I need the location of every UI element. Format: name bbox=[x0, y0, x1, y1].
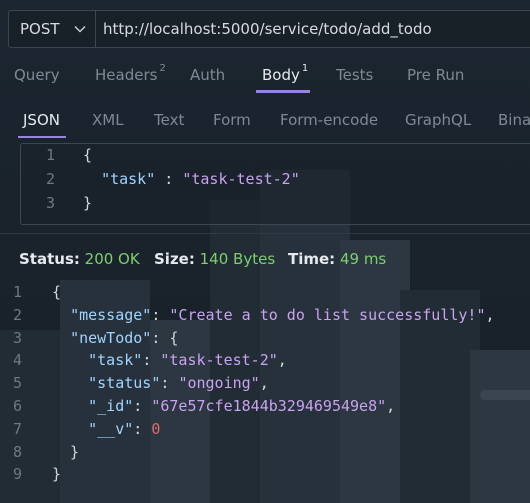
method-label: POST bbox=[20, 20, 60, 38]
line-number: 3 bbox=[12, 328, 22, 347]
code-text: } bbox=[52, 465, 62, 484]
body-type-xml[interactable]: XML bbox=[92, 111, 124, 129]
code-text: { bbox=[83, 146, 93, 164]
line-number: 2 bbox=[45, 170, 55, 188]
status-value: 200 OK bbox=[84, 250, 140, 268]
line-number: 1 bbox=[45, 146, 55, 164]
url-input[interactable]: http://localhost:5000/service/todo/add_t… bbox=[103, 20, 432, 38]
tab-tests[interactable]: Tests bbox=[336, 66, 373, 84]
code-text: } bbox=[83, 194, 93, 212]
tab-body[interactable]: Body 1 bbox=[262, 63, 309, 84]
code-text: { bbox=[52, 283, 62, 301]
body-type-binary[interactable]: Binary bbox=[498, 111, 530, 129]
line-number: 1 bbox=[12, 283, 22, 301]
size-value: 140 Bytes bbox=[199, 250, 276, 268]
size-info: Size: 140 Bytes bbox=[154, 250, 275, 268]
line-number: 9 bbox=[12, 465, 22, 484]
code-text: "__v": 0 bbox=[88, 419, 161, 438]
body-type-graphql[interactable]: GraphQL bbox=[405, 111, 471, 129]
divider bbox=[0, 233, 530, 234]
size-label: Size: bbox=[154, 250, 195, 268]
tab-auth[interactable]: Auth bbox=[190, 66, 225, 84]
tab-headers[interactable]: Headers 2 bbox=[95, 63, 166, 84]
code-text: } bbox=[52, 442, 80, 461]
request-bar: POST http://localhost:5000/service/todo/… bbox=[8, 10, 530, 48]
line-number: 3 bbox=[45, 194, 55, 212]
response-viewer[interactable]: 1 {2 "message": "Create a to do list succ… bbox=[0, 282, 530, 503]
line-number: 7 bbox=[12, 419, 22, 438]
chevron-down-icon bbox=[74, 25, 86, 33]
status-info: Status: 200 OK bbox=[19, 250, 140, 268]
status-label: Status: bbox=[19, 250, 80, 268]
tab-headers-badge: 2 bbox=[159, 63, 166, 74]
line-number: 6 bbox=[12, 397, 22, 415]
tab-query[interactable]: Query bbox=[14, 66, 60, 84]
code-text: "_id": "67e57cfe1844b329469549e8", bbox=[88, 397, 396, 415]
body-type-form[interactable]: Form bbox=[213, 111, 251, 129]
code-text: "message": "Create a to do list successf… bbox=[70, 305, 495, 324]
time-info: Time: 49 ms bbox=[288, 250, 386, 268]
line-number: 8 bbox=[12, 442, 22, 461]
line-number: 2 bbox=[12, 305, 22, 324]
code-text: "newTodo": { bbox=[70, 328, 179, 347]
time-value: 49 ms bbox=[339, 250, 387, 268]
tab-body-badge: 1 bbox=[301, 63, 309, 74]
active-body-type-indicator bbox=[18, 136, 66, 138]
line-number: 4 bbox=[12, 351, 22, 370]
body-type-json[interactable]: JSON bbox=[23, 111, 60, 129]
tab-pre-run[interactable]: Pre Run bbox=[407, 66, 464, 84]
request-body-editor[interactable]: 1 {2 "task" : "task-test-2" 3} bbox=[20, 143, 530, 225]
line-number: 5 bbox=[12, 374, 22, 393]
time-label: Time: bbox=[288, 250, 336, 268]
code-text: "status": "ongoing", bbox=[88, 374, 269, 393]
body-type-text[interactable]: Text bbox=[154, 111, 184, 129]
code-text: "task": "task-test-2", bbox=[88, 351, 287, 370]
method-select[interactable]: POST bbox=[9, 11, 96, 47]
body-type-form-encode[interactable]: Form-encode bbox=[280, 111, 378, 129]
active-tab-indicator bbox=[256, 90, 310, 93]
code-text: "task" : "task-test-2" bbox=[101, 170, 300, 188]
